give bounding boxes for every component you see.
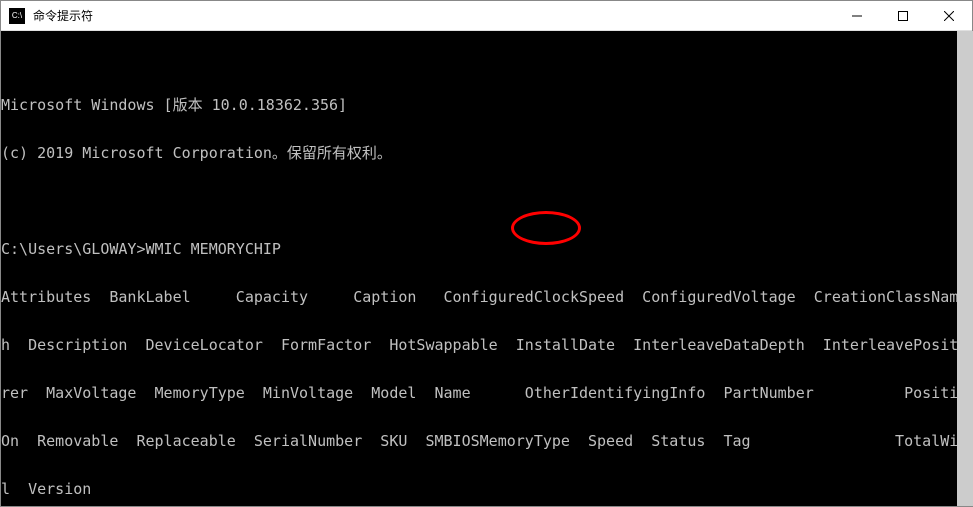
terminal-line: C:\Users\GLOWAY>WMIC MEMORYCHIP: [1, 241, 972, 257]
maximize-button[interactable]: [880, 1, 926, 31]
terminal-line: h Description DeviceLocator FormFactor H…: [1, 337, 972, 353]
vertical-scrollbar[interactable]: [957, 31, 973, 506]
terminal-line: (c) 2019 Microsoft Corporation。保留所有权利。: [1, 145, 972, 161]
scrollbar-thumb[interactable]: [957, 31, 973, 506]
terminal-line: l Version: [1, 481, 972, 497]
terminal-line: On Removable Replaceable SerialNumber SK…: [1, 433, 972, 449]
window-title: 命令提示符: [33, 7, 834, 24]
close-button[interactable]: [926, 1, 972, 31]
terminal-area[interactable]: Microsoft Windows [版本 10.0.18362.356] (c…: [1, 31, 972, 506]
window-controls: [834, 1, 972, 31]
terminal-line: rer MaxVoltage MemoryType MinVoltage Mod…: [1, 385, 972, 401]
terminal-content: Microsoft Windows [版本 10.0.18362.356] (c…: [1, 63, 972, 506]
titlebar[interactable]: C:\ 命令提示符: [1, 1, 972, 31]
command-prompt-window: C:\ 命令提示符 Microsoft Windows [版本 10.0.183…: [0, 0, 973, 507]
terminal-line: Attributes BankLabel Capacity Caption Co…: [1, 289, 972, 305]
terminal-line: [1, 193, 972, 209]
terminal-line: Microsoft Windows [版本 10.0.18362.356]: [1, 97, 972, 113]
minimize-button[interactable]: [834, 1, 880, 31]
app-icon: C:\: [9, 8, 25, 24]
